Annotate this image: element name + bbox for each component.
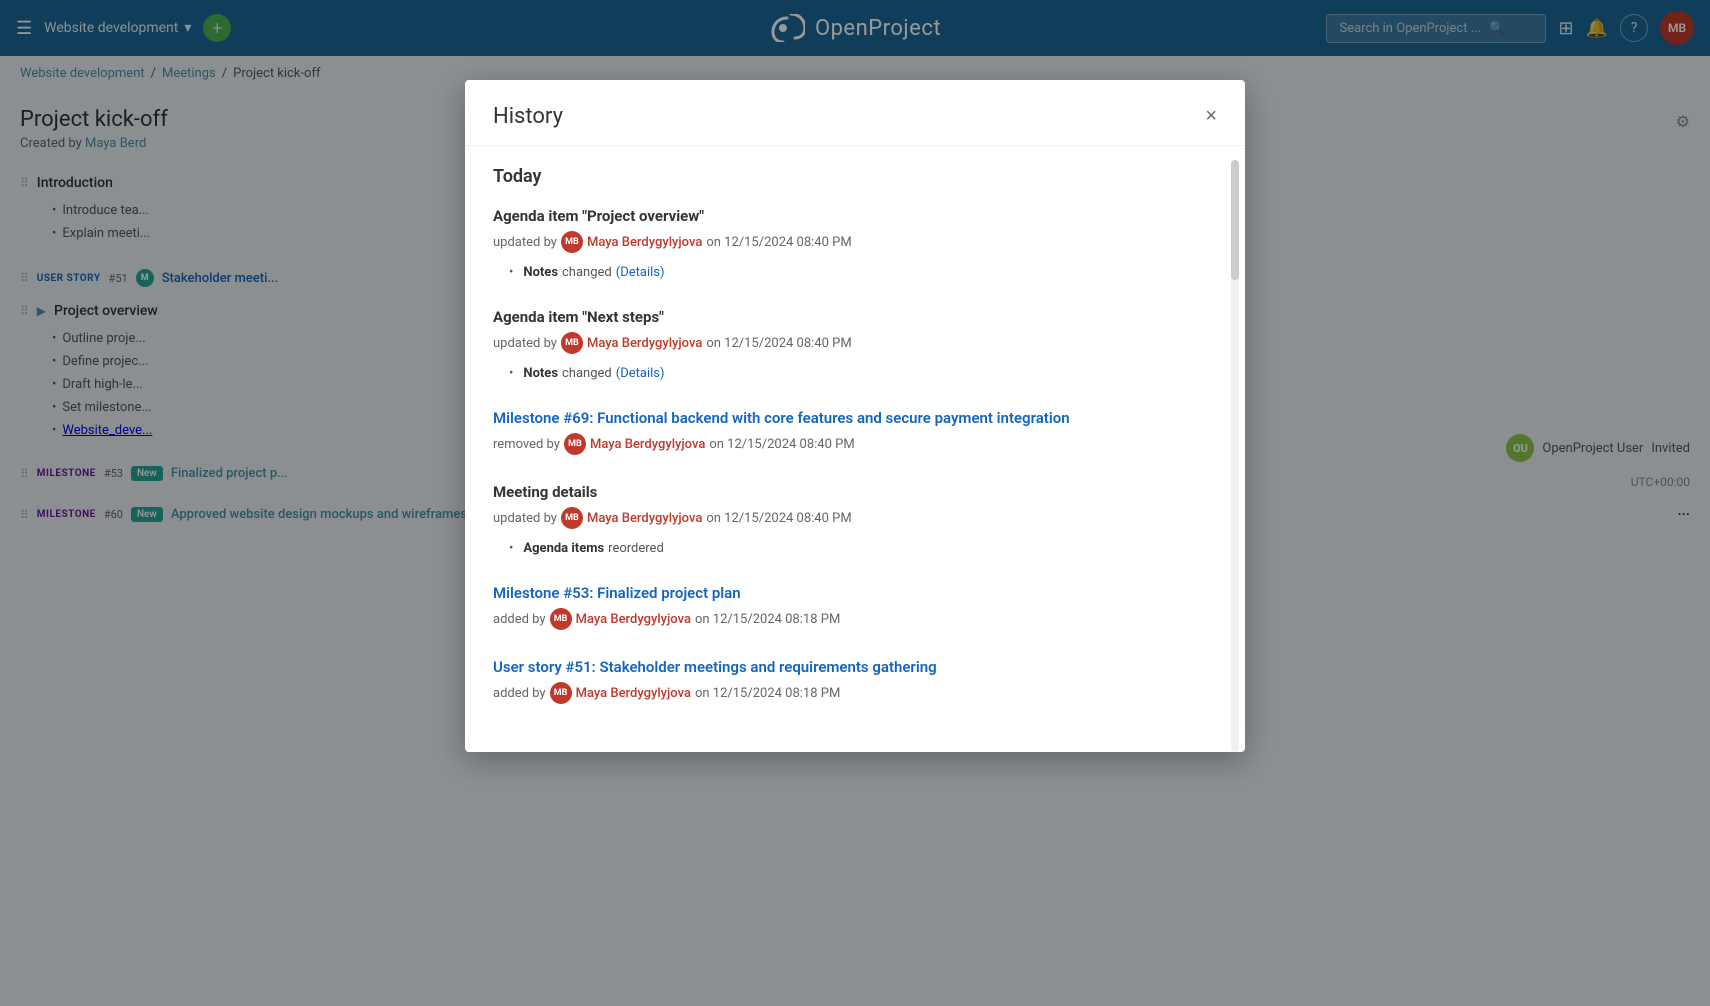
entry-meta: removed by MB Maya Berdygylyjova on 12/1… xyxy=(493,433,1217,455)
history-date: Today xyxy=(493,166,1217,187)
user-name: Maya Berdygylyjova xyxy=(587,336,702,351)
entry-meta: added by MB Maya Berdygylyjova on 12/15/… xyxy=(493,608,1217,630)
details-link[interactable]: (Details) xyxy=(616,366,665,381)
history-entry-5: Milestone #53: Finalized project plan ad… xyxy=(493,584,1217,630)
user-name: Maya Berdygylyjova xyxy=(576,686,691,701)
milestone-link[interactable]: Milestone #69: Functional backend with c… xyxy=(493,409,1217,427)
milestone-link[interactable]: Milestone #53: Finalized project plan xyxy=(493,584,1217,602)
entry-meta: updated by MB Maya Berdygylyjova on 12/1… xyxy=(493,507,1217,529)
user-name: Maya Berdygylyjova xyxy=(576,612,691,627)
history-change: Notes changed (Details) xyxy=(509,265,1217,280)
user-avatar: MB xyxy=(561,507,583,529)
modal-overlay[interactable]: History × Today Agenda item "Project ove… xyxy=(0,0,1710,1006)
scrollbar-thumb[interactable] xyxy=(1231,160,1239,280)
modal-body[interactable]: Today Agenda item "Project overview" upd… xyxy=(465,146,1245,752)
details-link[interactable]: (Details) xyxy=(616,265,665,280)
user-avatar: MB xyxy=(550,682,572,704)
scrollbar-track[interactable] xyxy=(1231,160,1239,752)
entry-meta: updated by MB Maya Berdygylyjova on 12/1… xyxy=(493,231,1217,253)
history-modal: History × Today Agenda item "Project ove… xyxy=(465,80,1245,752)
user-avatar: MB xyxy=(550,608,572,630)
history-entry-1: Agenda item "Project overview" updated b… xyxy=(493,207,1217,280)
history-entry-3: Milestone #69: Functional backend with c… xyxy=(493,409,1217,455)
history-change: Notes changed (Details) xyxy=(509,366,1217,381)
story-link[interactable]: User story #51: Stakeholder meetings and… xyxy=(493,658,1217,676)
entry-meta: added by MB Maya Berdygylyjova on 12/15/… xyxy=(493,682,1217,704)
entry-meta: updated by MB Maya Berdygylyjova on 12/1… xyxy=(493,332,1217,354)
entry-title: Agenda item "Next steps" xyxy=(493,308,1217,326)
modal-header: History × xyxy=(465,80,1245,146)
entry-title: Meeting details xyxy=(493,483,1217,501)
history-entry-6: User story #51: Stakeholder meetings and… xyxy=(493,658,1217,704)
user-name: Maya Berdygylyjova xyxy=(587,511,702,526)
user-avatar: MB xyxy=(561,231,583,253)
entry-title: Agenda item "Project overview" xyxy=(493,207,1217,225)
modal-title: History xyxy=(493,104,563,129)
user-avatar: MB xyxy=(564,433,586,455)
history-entry-2: Agenda item "Next steps" updated by MB M… xyxy=(493,308,1217,381)
user-avatar: MB xyxy=(561,332,583,354)
modal-close-button[interactable]: × xyxy=(1205,105,1217,128)
user-name: Maya Berdygylyjova xyxy=(587,235,702,250)
history-entry-4: Meeting details updated by MB Maya Berdy… xyxy=(493,483,1217,556)
history-change: Agenda items reordered xyxy=(509,541,1217,556)
user-name: Maya Berdygylyjova xyxy=(590,437,705,452)
